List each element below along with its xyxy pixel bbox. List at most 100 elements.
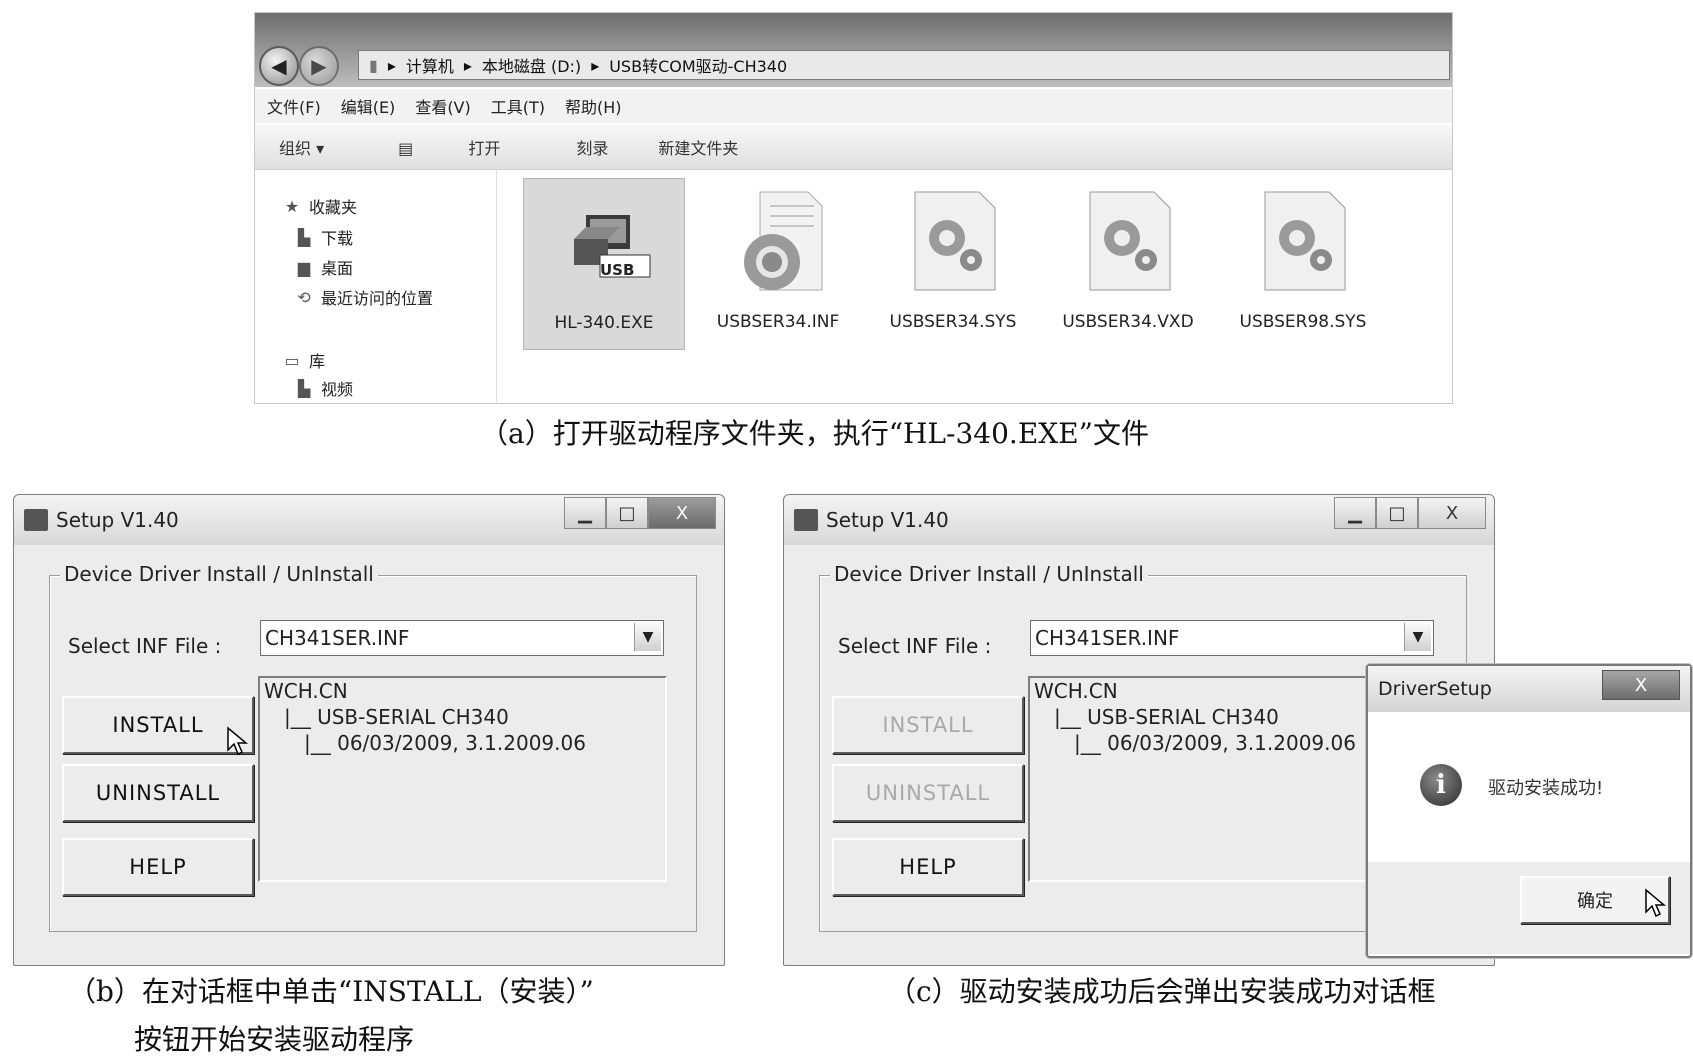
forward-button[interactable]: ▶ — [299, 46, 339, 86]
mouse-cursor-icon — [227, 726, 248, 756]
menu-view[interactable]: 查看(V) — [415, 94, 470, 118]
caption-a: （a）打开驱动程序文件夹，执行“HL-340.EXE”文件 — [480, 417, 1149, 450]
file-name: USBSER34.SYS — [889, 312, 1017, 332]
address-box[interactable]: ▮ ▸ 计算机 ▸ 本地磁盘 (D:) ▸ USB转COM驱动-CH340 — [358, 50, 1450, 80]
uninstall-button[interactable]: UNINSTALL — [62, 764, 254, 822]
nav-recent[interactable]: ⟲ 最近访问的位置 — [295, 285, 433, 309]
folder-icon: ▮ — [369, 55, 378, 75]
breadcrumb-computer[interactable]: 计算机 — [406, 53, 454, 77]
navigation-pane: ★ 收藏夹 ▙ 下载 ▆ 桌面 ⟲ 最近访问的位置 ▭ 库 ▙ 视频 — [255, 170, 497, 403]
dialog-close-button[interactable]: X — [1602, 670, 1680, 700]
file-name: USBSER98.SYS — [1239, 312, 1367, 332]
help-label: HELP — [129, 855, 187, 879]
menu-file[interactable]: 文件(F) — [267, 94, 321, 118]
inf-file-select[interactable]: CH341SER.INF ▼ — [1030, 620, 1434, 656]
caption-b-line1: （b）在对话框中单击“INSTALL（安装）” — [68, 975, 594, 1008]
chevron-down-icon[interactable]: ▼ — [1404, 623, 1431, 651]
uninstall-button: UNINSTALL — [832, 764, 1024, 822]
nav-desktop[interactable]: ▆ 桌面 — [295, 255, 353, 279]
nav-library-label: 库 — [309, 352, 326, 371]
file-name: USBSER34.INF — [716, 312, 840, 332]
menu-help[interactable]: 帮助(H) — [565, 94, 622, 118]
caption-c: （c）驱动安装成功后会弹出安装成功对话框 — [888, 975, 1436, 1008]
dialog-title: DriverSetup — [1378, 678, 1492, 700]
help-label: HELP — [899, 855, 957, 879]
chevron-down-icon[interactable]: ▼ — [634, 623, 661, 651]
maximize-button[interactable]: □ — [1376, 497, 1418, 529]
window-title: Setup V1.40 — [826, 508, 949, 532]
video-icon: ▙ — [297, 378, 311, 398]
dialog-message: 驱动安装成功! — [1488, 778, 1604, 799]
ok-label: 确定 — [1577, 891, 1613, 912]
minimize-button[interactable]: ▁ — [1334, 497, 1376, 529]
close-button[interactable]: X — [1418, 497, 1486, 529]
uninstall-label: UNINSTALL — [95, 781, 221, 805]
open-button[interactable]: ▤ 打开 — [374, 135, 526, 159]
title-bar: Setup V1.40 ▁ □ X — [784, 495, 1494, 545]
menu-bar: 文件(F) 编辑(E) 查看(V) 工具(T) 帮助(H) — [255, 89, 1452, 123]
nav-favorites-label: 收藏夹 — [309, 198, 358, 217]
burn-button[interactable]: 刻录 — [576, 135, 608, 159]
window-title: Setup V1.40 — [56, 508, 179, 532]
menu-tools[interactable]: 工具(T) — [491, 94, 545, 118]
minimize-button[interactable]: ▁ — [564, 497, 606, 529]
download-folder-icon: ▙ — [297, 227, 311, 247]
maximize-button[interactable]: □ — [606, 497, 648, 529]
group-label: Device Driver Install / UnInstall — [60, 562, 378, 586]
open-icon: ▤ — [398, 139, 419, 158]
menu-edit[interactable]: 编辑(E) — [341, 94, 396, 118]
mouse-cursor-icon — [1645, 888, 1666, 918]
group-label: Device Driver Install / UnInstall — [830, 562, 1148, 586]
install-label: INSTALL — [882, 713, 974, 737]
nav-videos-label: 视频 — [321, 380, 354, 399]
close-button[interactable]: X — [648, 497, 716, 529]
star-icon: ★ — [284, 196, 300, 216]
nav-library[interactable]: ▭ 库 — [283, 348, 325, 372]
breadcrumb-drive[interactable]: 本地磁盘 (D:) — [482, 53, 581, 77]
title-bar: Setup V1.40 ▁ □ X — [14, 495, 724, 545]
setup-app-icon — [794, 509, 818, 531]
file-item-inf[interactable]: USBSER34.INF — [698, 178, 858, 348]
sys-file-icon — [1264, 191, 1346, 291]
nav-videos[interactable]: ▙ 视频 — [295, 376, 353, 400]
breadcrumb-separator-icon: ▸ — [591, 55, 600, 75]
nav-downloads[interactable]: ▙ 下载 — [295, 225, 353, 249]
setup-app-icon — [24, 509, 48, 531]
file-item-vxd[interactable]: USBSER34.VXD — [1048, 178, 1208, 348]
driver-groupbox: Device Driver Install / UnInstall Select… — [49, 562, 697, 932]
nav-downloads-label: 下载 — [321, 229, 354, 248]
setup-exe-icon — [574, 215, 651, 278]
nav-desktop-label: 桌面 — [321, 259, 354, 278]
breadcrumb-separator-icon: ▸ — [463, 55, 472, 75]
back-arrow-icon: ◀ — [271, 54, 287, 78]
address-bar-area: ◀ ▶ ▮ ▸ 计算机 ▸ 本地磁盘 (D:) ▸ USB转COM驱动-CH34… — [255, 13, 1452, 87]
inf-file-value: CH341SER.INF — [265, 626, 410, 650]
command-bar: 组织 ▾ ▤ 打开 刻录 新建文件夹 — [255, 125, 1452, 170]
back-button[interactable]: ◀ — [259, 46, 299, 86]
tree-device: |__ USB-SERIAL CH340 — [284, 705, 509, 729]
help-button[interactable]: HELP — [62, 838, 254, 896]
file-item-exe[interactable]: USB HL-340.EXE — [523, 178, 685, 350]
file-name: HL-340.EXE — [554, 313, 654, 333]
nav-favorites[interactable]: ★ 收藏夹 — [283, 194, 357, 218]
recent-places-icon: ⟲ — [297, 287, 311, 307]
vxd-file-icon — [1089, 191, 1171, 291]
uninstall-label: UNINSTALL — [865, 781, 991, 805]
breadcrumb-folder[interactable]: USB转COM驱动-CH340 — [609, 53, 787, 77]
driver-setup-dialog: DriverSetup X i 驱动安装成功! 确定 — [1366, 664, 1692, 958]
tree-root: WCH.CN — [264, 679, 348, 703]
inf-file-select[interactable]: CH341SER.INF ▼ — [260, 620, 664, 656]
sys-file-icon — [914, 191, 996, 291]
select-inf-label: Select INF File : — [68, 634, 222, 658]
tree-version: |__ 06/03/2009, 3.1.2009.06 — [304, 731, 586, 755]
file-item-sys34[interactable]: USBSER34.SYS — [873, 178, 1033, 348]
install-label: INSTALL — [112, 713, 204, 737]
help-button[interactable]: HELP — [832, 838, 1024, 896]
organize-button[interactable]: 组织 ▾ — [279, 135, 324, 159]
new-folder-button[interactable]: 新建文件夹 — [658, 135, 738, 159]
info-icon: i — [1420, 764, 1462, 806]
file-item-sys98[interactable]: USBSER98.SYS — [1223, 178, 1383, 348]
setup-window-b: Setup V1.40 ▁ □ X Device Driver Install … — [13, 494, 725, 966]
driver-info-tree: WCH.CN |__ USB-SERIAL CH340 |__ 06/03/20… — [258, 676, 667, 882]
forward-arrow-icon: ▶ — [311, 54, 327, 78]
